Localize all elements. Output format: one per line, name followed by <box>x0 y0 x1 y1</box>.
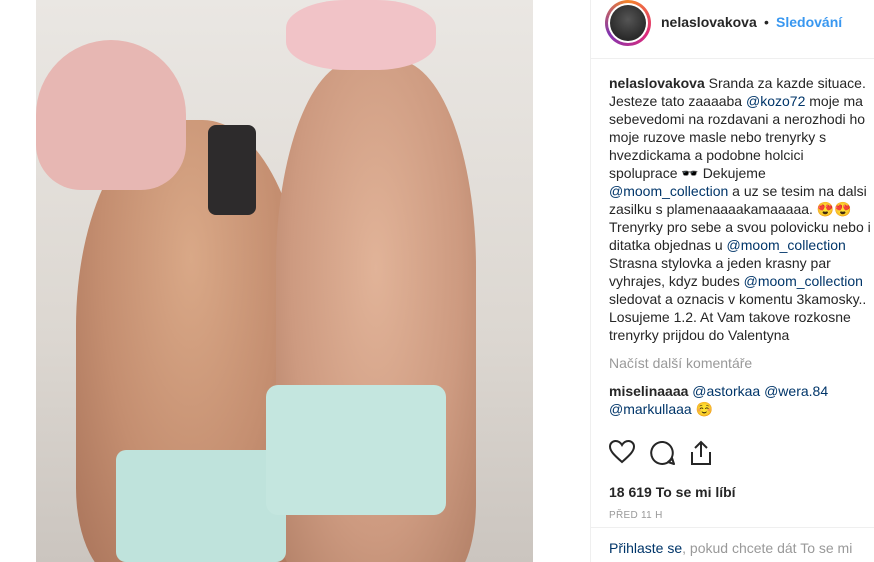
follow-button[interactable]: Sledování <box>776 14 842 30</box>
mention-link[interactable]: @wera.84 <box>764 383 828 399</box>
comment-item: miselinaaaa @astorkaa @wera.84 @markulla… <box>609 382 874 418</box>
mention-link[interactable]: @astorkaa <box>692 383 760 399</box>
login-prompt: Přihlaste se, pokud chcete dát To se mi <box>609 540 853 556</box>
divider <box>591 527 874 528</box>
load-more-comments[interactable]: Načíst další komentáře <box>609 354 874 372</box>
post-header: nelaslovakova • Sledování <box>591 0 874 46</box>
caption: nelaslovakova Sranda za kazde situace. J… <box>609 75 871 343</box>
header-dot: • <box>764 14 769 30</box>
avatar[interactable] <box>605 0 651 46</box>
mention-link[interactable]: @moom_collection <box>609 183 728 199</box>
mention-link[interactable]: @moom_collection <box>727 237 846 253</box>
mention-link[interactable]: @moom_collection <box>744 273 863 289</box>
post-time: PŘED 11 H <box>609 510 663 521</box>
login-link[interactable]: Přihlaste se <box>609 540 682 556</box>
post-sidebar: nelaslovakova • Sledování nelaslovakova … <box>590 0 874 562</box>
comments-section: nelaslovakova Sranda za kazde situace. J… <box>609 74 874 418</box>
mention-link[interactable]: @markullaaa <box>609 401 692 417</box>
likes-count[interactable]: 18 619 To se mi líbí <box>609 484 736 500</box>
comment-icon[interactable] <box>650 440 676 469</box>
share-icon[interactable] <box>689 440 713 469</box>
post-image[interactable] <box>36 0 533 562</box>
caption-username[interactable]: nelaslovakova <box>609 75 705 91</box>
emoji: ☺️ <box>695 401 714 417</box>
divider <box>591 58 874 59</box>
heart-icon[interactable] <box>608 439 636 467</box>
comment-username[interactable]: miselinaaaa <box>609 383 688 399</box>
header-username[interactable]: nelaslovakova <box>661 14 757 30</box>
mention-link[interactable]: @kozo72 <box>746 93 805 109</box>
post-photo-area <box>0 0 590 562</box>
